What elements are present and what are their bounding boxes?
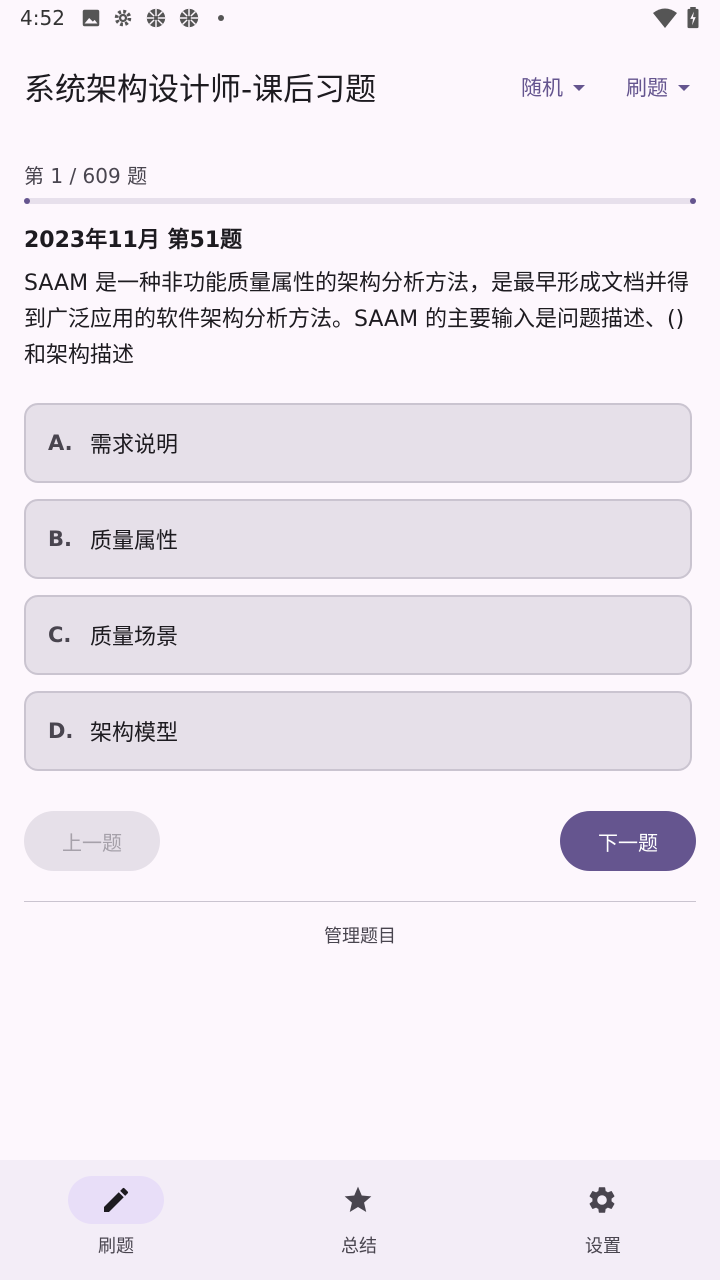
question-text: SAAM 是一种非功能质量属性的架构分析方法，是最早形成文档并得到广泛应用的软件… <box>24 271 690 368</box>
pencil-icon <box>104 1187 129 1212</box>
wifi-icon <box>653 8 677 28</box>
star-icon <box>344 1186 372 1212</box>
option-letter: C. <box>48 623 72 647</box>
caret-down-icon <box>678 85 690 91</box>
option-text: 需求说明 <box>90 433 179 458</box>
option-text: 质量属性 <box>90 529 179 554</box>
aperture-icon <box>146 8 166 28</box>
option-text: 架构模型 <box>90 721 179 746</box>
mode-menu[interactable]: 刷题 <box>626 72 690 102</box>
question-source: 2023年11月 第51题 <box>24 228 243 253</box>
option-letter: D. <box>48 719 74 743</box>
aperture-icon <box>179 8 199 28</box>
order-menu-label: 随机 <box>521 76 563 100</box>
manage-questions-button[interactable]: 管理题目 <box>0 922 720 948</box>
status-time: 4:52 <box>20 6 65 30</box>
prev-question-button[interactable]: 上一题 <box>24 811 160 871</box>
nav-settings[interactable]: 设置 <box>480 1160 720 1280</box>
progress-fill <box>24 198 30 204</box>
progress-bar <box>24 198 696 204</box>
option-letter: B. <box>48 527 72 551</box>
gear-icon <box>114 9 132 27</box>
app-title: 系统架构设计师-课后习题 <box>24 72 377 108</box>
status-bar: 4:52 <box>0 0 720 36</box>
battery-icon <box>687 7 699 29</box>
gear-icon <box>589 1187 615 1213</box>
bottom-nav: 刷题 总结 设置 <box>0 1160 720 1280</box>
nav-label: 总结 <box>341 1236 377 1257</box>
image-icon <box>82 9 100 27</box>
nav-label: 刷题 <box>98 1236 134 1257</box>
order-menu[interactable]: 随机 <box>521 72 585 102</box>
nav-label: 设置 <box>585 1236 621 1257</box>
nav-summary[interactable]: 总结 <box>240 1160 480 1280</box>
divider <box>24 901 696 902</box>
next-question-button[interactable]: 下一题 <box>560 811 696 871</box>
progress-end-dot <box>690 198 696 204</box>
option-d[interactable]: D. 架构模型 <box>24 691 692 771</box>
option-a[interactable]: A. 需求说明 <box>24 403 692 483</box>
option-letter: A. <box>48 431 73 455</box>
option-text: 质量场景 <box>90 625 179 650</box>
progress-text: 第 1 / 609 题 <box>24 164 148 188</box>
nav-practice[interactable]: 刷题 <box>0 1160 240 1280</box>
option-c[interactable]: C. 质量场景 <box>24 595 692 675</box>
caret-down-icon <box>573 85 585 91</box>
mode-menu-label: 刷题 <box>626 76 668 100</box>
option-b[interactable]: B. 质量属性 <box>24 499 692 579</box>
dot-icon <box>218 15 224 21</box>
